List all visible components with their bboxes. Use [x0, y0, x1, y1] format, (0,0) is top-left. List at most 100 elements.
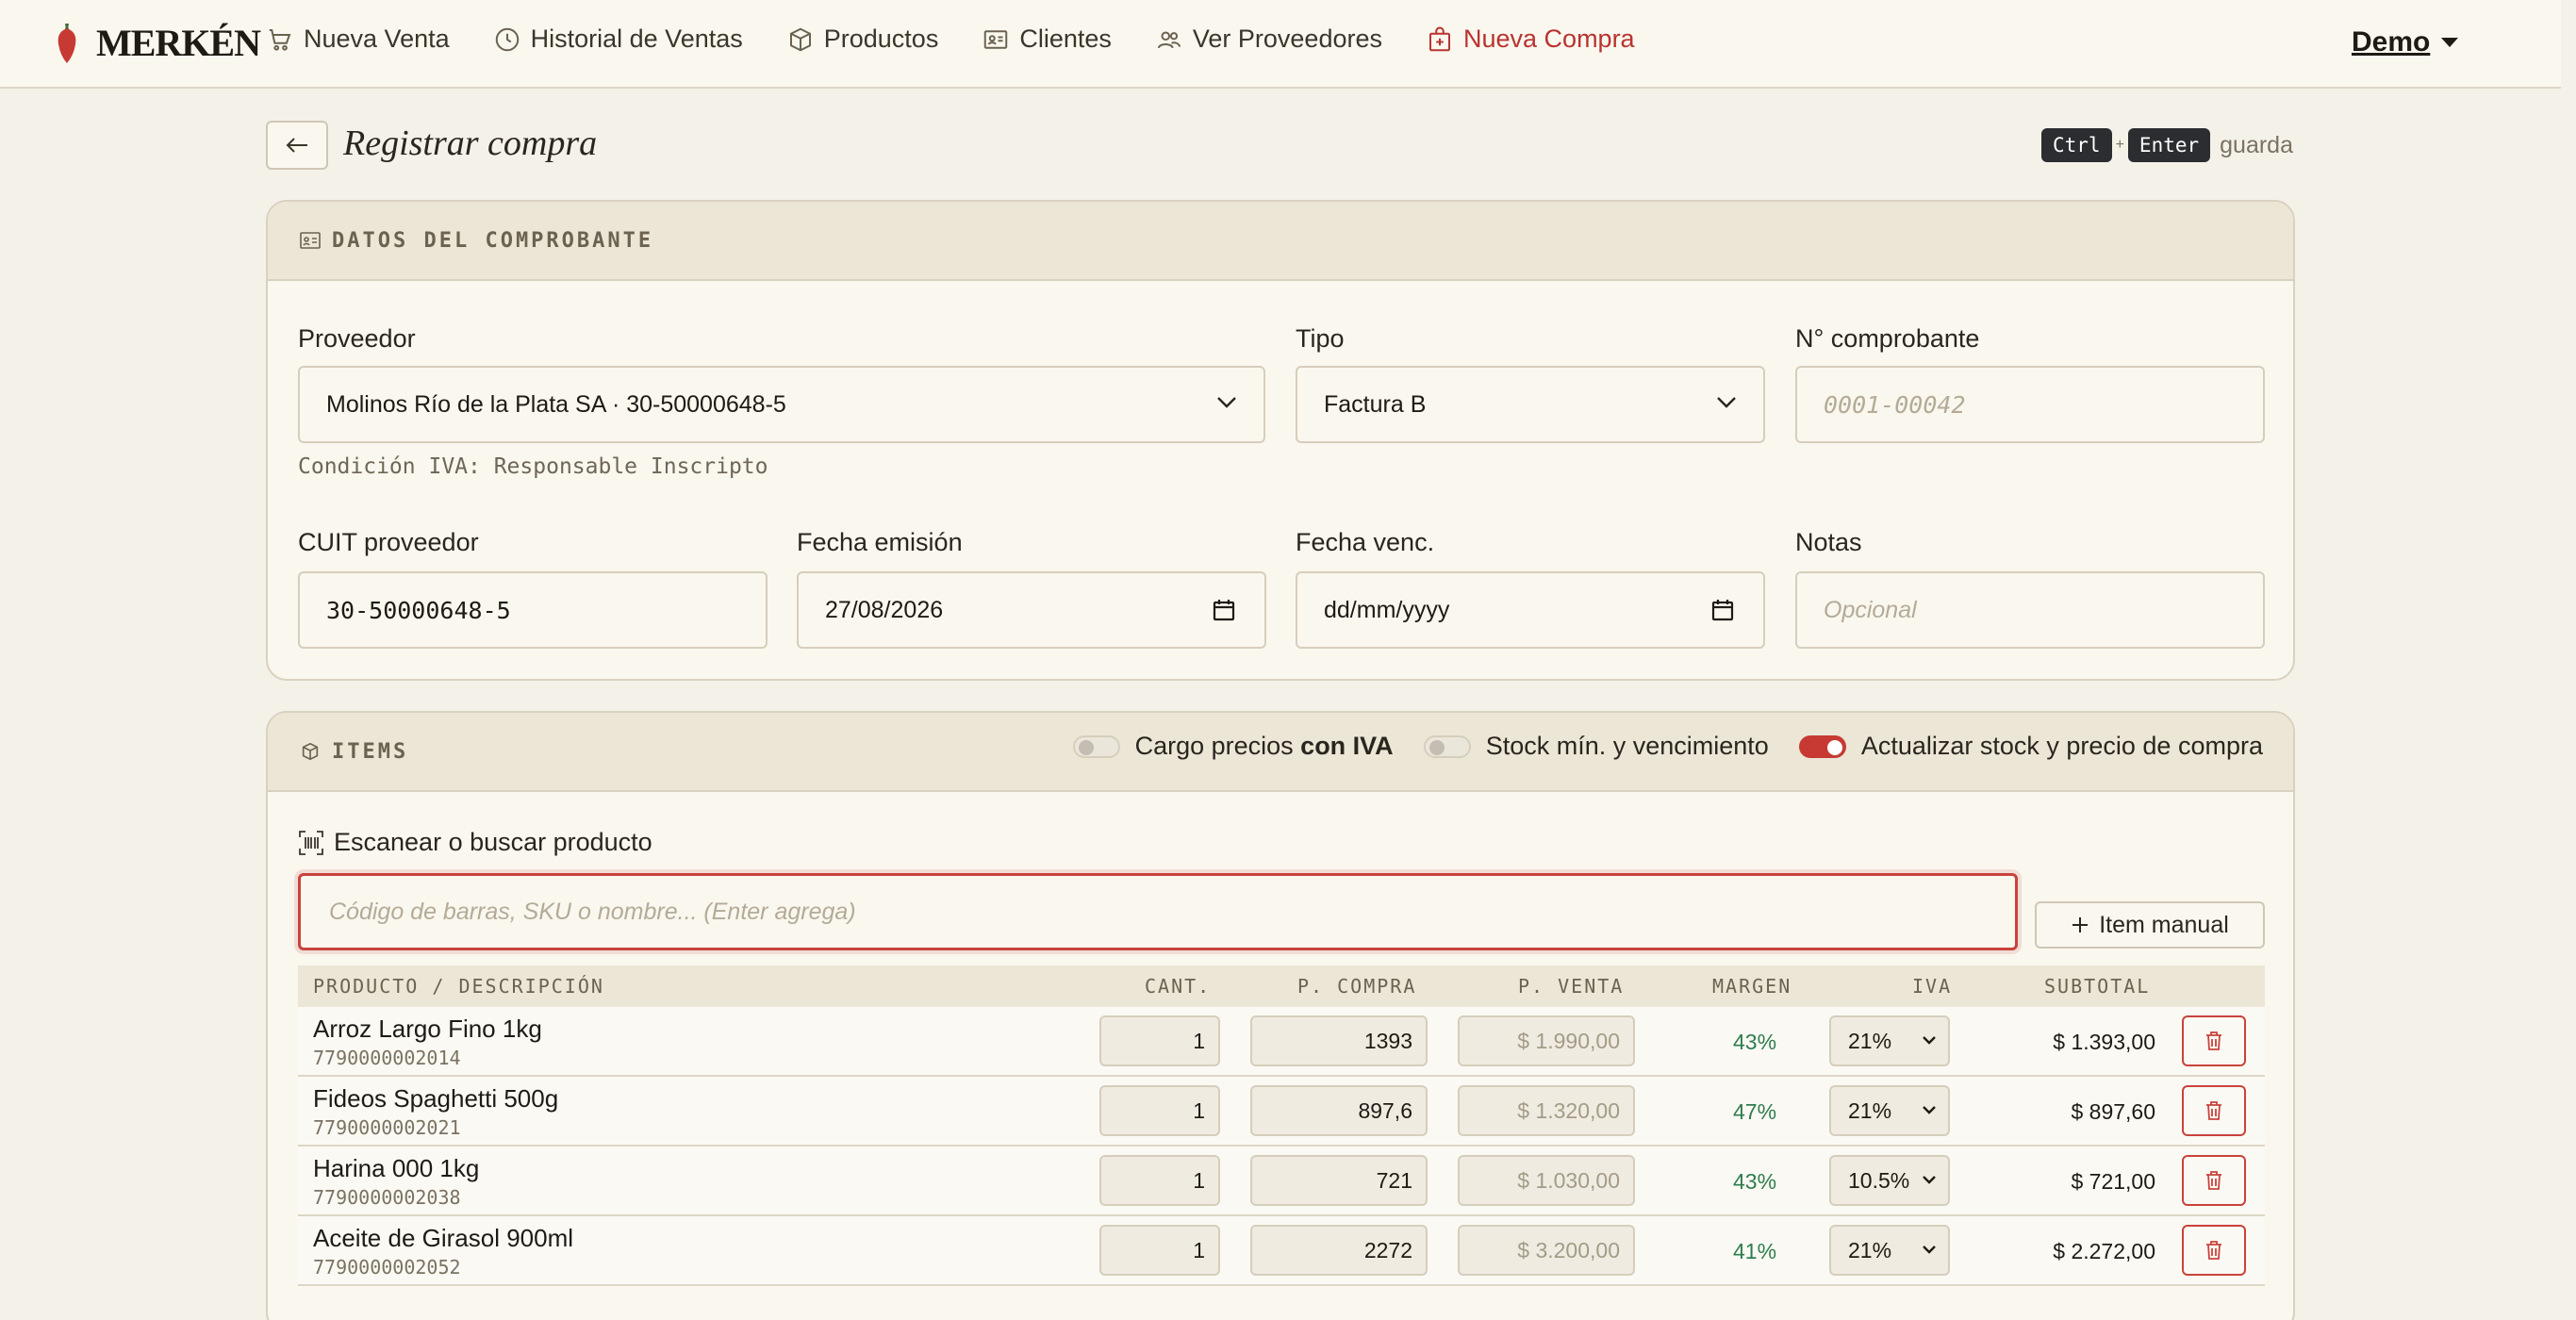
- product-name: Arroz Largo Fino 1kg: [313, 1015, 542, 1043]
- comprobante-card: DATOS DEL COMPROBANTE Proveedor Molinos …: [266, 200, 2295, 681]
- fecha-venc-input[interactable]: dd/mm/yyyy: [1296, 571, 1765, 649]
- margen-value: 47%: [1733, 1099, 1777, 1124]
- cantidad-input[interactable]: 1: [1099, 1015, 1220, 1066]
- add-manual-item-button[interactable]: Item manual: [2035, 901, 2265, 949]
- box-icon: [302, 742, 319, 761]
- kbd-enter: Enter: [2127, 128, 2211, 162]
- switch-on[interactable]: [1798, 734, 1846, 758]
- cantidad-input[interactable]: 1: [1099, 1155, 1220, 1206]
- nav-label: Clientes: [1019, 25, 1112, 53]
- nav-historial[interactable]: Historial de Ventas: [493, 25, 743, 54]
- iva-value: 21%: [1848, 1097, 1892, 1123]
- fecha-emision-input[interactable]: 27/08/2026: [797, 571, 1266, 649]
- nav-nueva-compra[interactable]: Nueva Compra: [1426, 25, 1635, 54]
- numero-input[interactable]: 0001-00042: [1795, 366, 2265, 443]
- toggle-stock-min-label: Stock mín. y vencimiento: [1485, 732, 1769, 760]
- toggle-actualizar[interactable]: Actualizar stock y precio de compra: [1798, 732, 2263, 761]
- user-menu[interactable]: Demo: [2352, 26, 2459, 58]
- trash-icon: [2206, 1031, 2221, 1050]
- scan-search-input[interactable]: Código de barras, SKU o nombre... (Enter…: [298, 873, 2018, 950]
- proveedor-label: Proveedor: [298, 324, 416, 353]
- notas-label: Notas: [1795, 528, 1862, 556]
- page-title: Registrar compra: [343, 124, 598, 163]
- delete-item-button[interactable]: [2182, 1015, 2246, 1066]
- precio-venta-input[interactable]: $ 3.200,00: [1458, 1225, 1635, 1276]
- chevron-down-icon: [1923, 1106, 1936, 1114]
- back-button[interactable]: [266, 121, 328, 170]
- proveedor-value: Molinos Río de la Plata SA · 30-50000648…: [326, 390, 786, 418]
- toggle-con-iva[interactable]: Cargo precios con IVA: [1072, 732, 1394, 761]
- margen-value: 41%: [1733, 1239, 1777, 1263]
- precio-compra-input[interactable]: 1393: [1250, 1015, 1428, 1066]
- col-margen: MARGEN: [1712, 975, 1792, 998]
- kbd-plus: +: [2115, 137, 2124, 153]
- margen-value: 43%: [1733, 1169, 1777, 1194]
- comprobante-header: DATOS DEL COMPROBANTE: [268, 202, 2293, 281]
- nav-label: Nueva Venta: [304, 25, 450, 53]
- product-sku: 7790000002038: [313, 1186, 461, 1209]
- delete-item-button[interactable]: [2182, 1085, 2246, 1136]
- iva-value: 21%: [1848, 1237, 1892, 1262]
- barcode-icon: [299, 830, 323, 855]
- col-p-venta: P. VENTA: [1518, 975, 1625, 998]
- toggle-actualizar-label: Actualizar stock y precio de compra: [1860, 732, 2263, 760]
- items-card: ITEMS Cargo precios con IVA Stock mín. y…: [266, 711, 2295, 1320]
- switch-off[interactable]: [1423, 734, 1471, 758]
- tipo-label: Tipo: [1296, 324, 1345, 353]
- clock-icon: [495, 27, 519, 51]
- precio-compra-input[interactable]: 897,6: [1250, 1085, 1428, 1136]
- caret-down-icon: [2441, 38, 2459, 47]
- iva-select[interactable]: 21%: [1829, 1015, 1950, 1066]
- keyboard-shortcut-hint: Ctrl + Enter guarda: [2041, 128, 2293, 162]
- numero-label: N° comprobante: [1795, 324, 1980, 353]
- trash-icon: [2206, 1101, 2221, 1120]
- iva-value: 21%: [1848, 1028, 1892, 1053]
- iva-select[interactable]: 21%: [1829, 1085, 1950, 1136]
- subtotal-value: $ 2.272,00: [2053, 1239, 2155, 1263]
- iva-value: 10.5%: [1848, 1167, 1910, 1193]
- iva-select[interactable]: 21%: [1829, 1225, 1950, 1276]
- delete-item-button[interactable]: [2182, 1225, 2246, 1276]
- id-card-icon: [300, 232, 321, 249]
- cantidad-input[interactable]: 1: [1099, 1085, 1220, 1136]
- margen-value: 43%: [1733, 1030, 1777, 1054]
- top-nav: MERKÉN Nueva Venta Historial de Ventas P…: [0, 0, 2561, 89]
- nav-nueva-venta[interactable]: Nueva Venta: [266, 25, 450, 54]
- chevron-down-icon: [1923, 1036, 1936, 1045]
- precio-venta-input[interactable]: $ 1.030,00: [1458, 1155, 1635, 1206]
- toggle-stock-min[interactable]: Stock mín. y vencimiento: [1423, 732, 1769, 761]
- notas-input[interactable]: Opcional: [1795, 571, 2265, 649]
- precio-compra-input[interactable]: 721: [1250, 1155, 1428, 1206]
- cuit-input[interactable]: 30-50000648-5: [298, 571, 768, 649]
- nav-proveedores[interactable]: Ver Proveedores: [1155, 25, 1382, 54]
- items-header: ITEMS Cargo precios con IVA Stock mín. y…: [268, 713, 2293, 792]
- tipo-value: Factura B: [1324, 390, 1427, 418]
- nav-clientes[interactable]: Clientes: [982, 25, 1112, 54]
- precio-venta-input[interactable]: $ 1.990,00: [1458, 1015, 1635, 1066]
- brand-logo[interactable]: MERKÉN: [55, 21, 261, 65]
- subtotal-value: $ 897,60: [2071, 1099, 2155, 1124]
- calendar-icon: [1711, 600, 1734, 621]
- product-name: Aceite de Girasol 900ml: [313, 1224, 574, 1252]
- kbd-ctrl: Ctrl: [2041, 128, 2112, 162]
- condicion-iva-hint: Condición IVA: Responsable Inscripto: [298, 454, 768, 479]
- tipo-select[interactable]: Factura B: [1296, 366, 1765, 443]
- cuit-label: CUIT proveedor: [298, 528, 479, 556]
- nav-productos[interactable]: Productos: [786, 25, 938, 54]
- precio-venta-input[interactable]: $ 1.320,00: [1458, 1085, 1635, 1136]
- cart-icon: [269, 28, 291, 51]
- delete-item-button[interactable]: [2182, 1155, 2246, 1206]
- nav-label: Nueva Compra: [1463, 25, 1635, 53]
- switch-off[interactable]: [1072, 734, 1120, 758]
- iva-select[interactable]: 10.5%: [1829, 1155, 1950, 1206]
- subtotal-value: $ 1.393,00: [2053, 1030, 2155, 1054]
- cantidad-input[interactable]: 1: [1099, 1225, 1220, 1276]
- precio-compra-input[interactable]: 2272: [1250, 1225, 1428, 1276]
- table-row: Arroz Largo Fino 1kg 7790000002014 1 1393 $ …: [298, 1007, 2265, 1077]
- section-label: DATOS DEL COMPROBANTE: [332, 228, 654, 253]
- calendar-icon: [1213, 600, 1235, 621]
- proveedor-select[interactable]: Molinos Río de la Plata SA · 30-50000648…: [298, 366, 1265, 443]
- bag-plus-icon: [1429, 26, 1450, 51]
- shortcut-suffix: guarda: [2220, 131, 2293, 158]
- chevron-down-icon: [1923, 1246, 1936, 1254]
